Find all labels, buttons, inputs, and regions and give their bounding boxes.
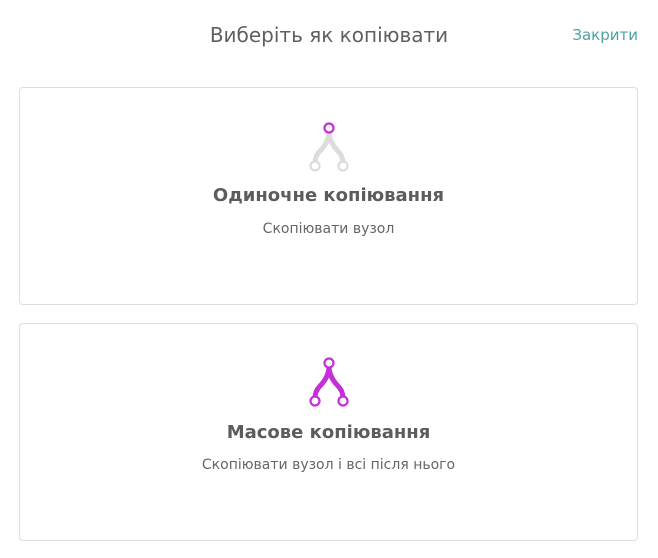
dialog-title: Виберіть як копіювати [209,23,449,47]
single-copy-title: Одиночне копіювання [212,185,445,206]
bulk-copy-option[interactable]: Масове копіювання Скопіювати вузол і всі… [19,323,638,541]
single-copy-description: Скопіювати вузол [262,221,395,237]
bulk-copy-node-icon [308,357,349,407]
bulk-copy-description: Скопіювати вузол і всі після нього [201,457,456,473]
single-copy-node-icon [308,122,349,172]
bulk-copy-title: Масове копіювання [226,422,431,443]
close-link[interactable]: Закрити [572,25,638,45]
single-copy-option[interactable]: Одиночне копіювання Скопіювати вузол [19,87,638,305]
copy-mode-dialog: Виберіть як копіювати Закрити Одиночне к… [0,0,658,558]
